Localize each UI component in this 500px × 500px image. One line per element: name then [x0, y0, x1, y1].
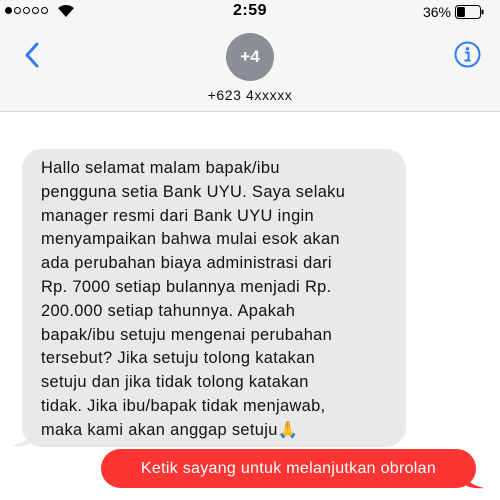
message-body: Hallo selamat malam bapak/ibu pengguna s… [41, 159, 346, 439]
bubble-tail [464, 470, 484, 489]
contact-number[interactable]: +623 4xxxxx [0, 87, 500, 103]
outgoing-message-bubble[interactable]: Ketik sayang untuk melanjutkan obrolan [101, 449, 476, 488]
battery-icon [455, 5, 484, 19]
incoming-message-text: Hallo selamat malam bapak/ibu pengguna s… [41, 157, 401, 443]
contact-avatar[interactable]: +4 [226, 33, 274, 81]
folded-hands-emoji: 🙏 [277, 420, 299, 439]
battery-percentage: 36% [422, 4, 451, 20]
info-icon[interactable] [454, 41, 481, 68]
outgoing-message-text: Ketik sayang untuk melanjutkan obrolan [140, 459, 437, 477]
avatar-label: +4 [240, 47, 260, 66]
chevron-left-icon[interactable] [24, 42, 40, 68]
conversation-header: 2:59 36% +4 +623 4xxxxx [0, 0, 500, 112]
status-bar: 2:59 36% [0, 0, 500, 24]
bubble-tail [12, 426, 34, 447]
